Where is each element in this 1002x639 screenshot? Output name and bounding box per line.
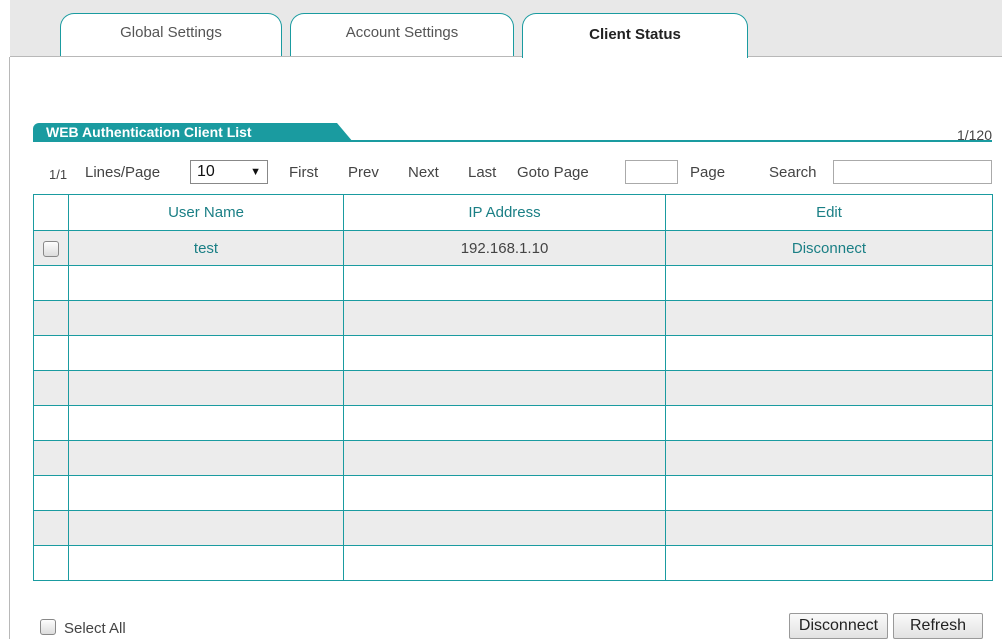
- table-row-empty: [33, 370, 993, 406]
- header-checkbox-cell: [33, 194, 69, 231]
- disconnect-button[interactable]: Disconnect: [789, 613, 888, 639]
- page-label: Page: [690, 164, 726, 181]
- table-row-empty: [33, 300, 993, 336]
- lines-per-page-label: Lines/Page: [85, 164, 161, 181]
- lines-per-page-select[interactable]: 10 ▼: [190, 160, 268, 184]
- page-count: 1/1: [49, 167, 68, 182]
- next-page-link[interactable]: Next: [408, 160, 439, 186]
- content-border: [9, 57, 10, 639]
- select-all-label: Select All: [64, 620, 126, 637]
- lines-per-page-value: 10: [197, 163, 215, 180]
- row-checkbox[interactable]: [43, 240, 59, 257]
- client-table: User Name IP Address Edit test 192.168.1…: [33, 194, 993, 581]
- cell-ip-address: 192.168.1.10: [343, 230, 666, 266]
- tab-client-status[interactable]: Client Status: [522, 13, 748, 58]
- tab-account-settings[interactable]: Account Settings: [290, 13, 514, 57]
- goto-page-label: Goto Page: [517, 164, 589, 181]
- table-row-empty: [33, 475, 993, 511]
- goto-page-input[interactable]: [625, 160, 678, 184]
- entry-count: 1/120: [956, 127, 992, 143]
- refresh-button[interactable]: Refresh: [893, 613, 983, 639]
- row-checkbox-cell: [33, 230, 69, 266]
- tab-global-settings[interactable]: Global Settings: [60, 13, 282, 57]
- prev-page-link[interactable]: Prev: [348, 160, 379, 186]
- column-header-user-name: User Name: [68, 194, 344, 231]
- select-all-checkbox[interactable]: [40, 619, 56, 636]
- pagination-toolbar: 1/1 Lines/Page 10 ▼ First Prev Next Last…: [49, 160, 992, 190]
- last-page-link[interactable]: Last: [468, 160, 496, 186]
- table-header-row: User Name IP Address Edit: [33, 194, 993, 231]
- disconnect-link[interactable]: Disconnect: [665, 230, 993, 266]
- table-row: test 192.168.1.10 Disconnect: [33, 230, 993, 266]
- search-input[interactable]: [833, 160, 992, 184]
- cell-user-name: test: [68, 230, 344, 266]
- table-row-empty: [33, 545, 993, 581]
- dropdown-arrow-icon: ▼: [250, 166, 261, 178]
- column-header-edit: Edit: [665, 194, 993, 231]
- select-all[interactable]: Select All: [40, 619, 126, 637]
- first-page-link[interactable]: First: [289, 160, 318, 186]
- table-row-empty: [33, 335, 993, 371]
- tab-divider: [10, 56, 1002, 57]
- table-row-empty: [33, 440, 993, 476]
- table-row-empty: [33, 265, 993, 301]
- list-title-underline: [33, 140, 992, 142]
- table-row-empty: [33, 405, 993, 441]
- search-label: Search: [769, 164, 817, 181]
- table-row-empty: [33, 510, 993, 546]
- column-header-ip-address: IP Address: [343, 194, 666, 231]
